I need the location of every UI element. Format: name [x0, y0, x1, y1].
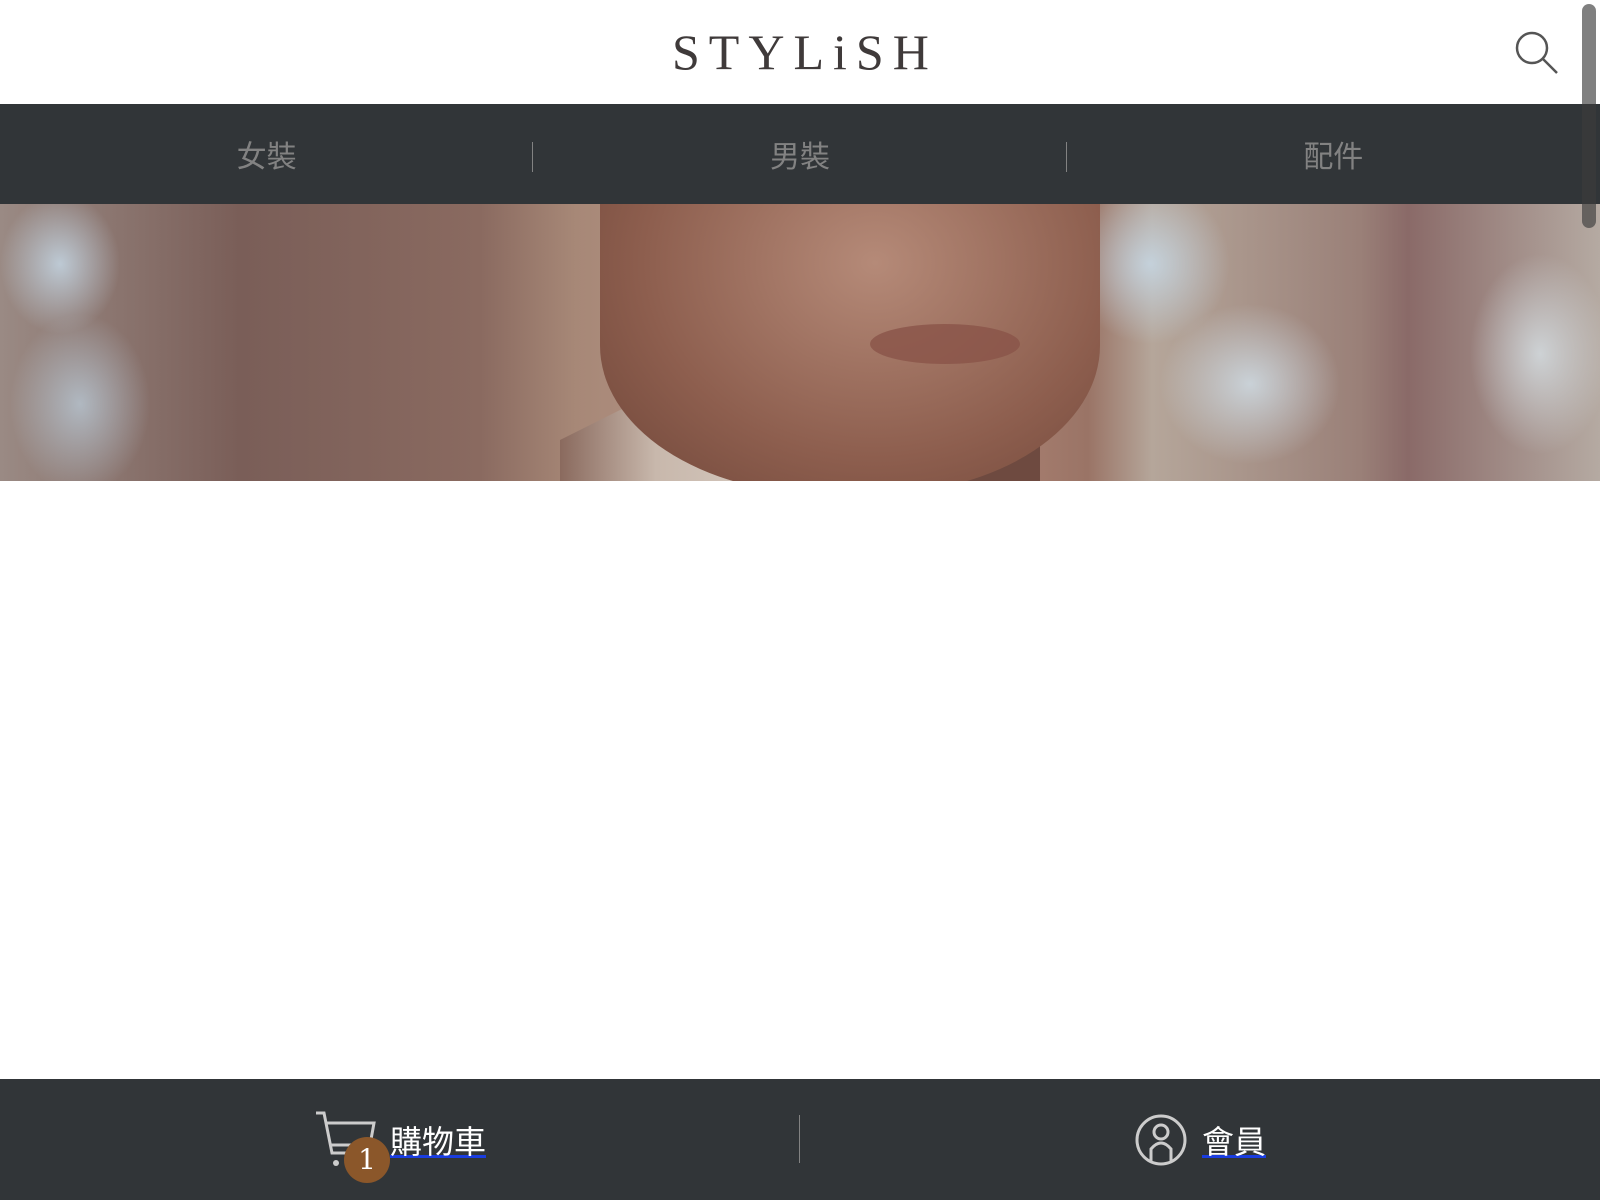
banner-lips — [870, 324, 1020, 364]
member-label: 會員 — [1201, 1122, 1266, 1161]
nav-item-women[interactable]: 女裝 — [0, 104, 534, 204]
member-icon — [1135, 1114, 1187, 1165]
cart-count-badge: 1 — [343, 1136, 390, 1183]
nav-label: 女裝 — [236, 140, 297, 175]
cart-label: 購物車 — [389, 1122, 486, 1161]
nav-label: 男裝 — [769, 140, 830, 175]
scrollbar[interactable] — [1582, 4, 1596, 228]
cart-icon: 1 — [314, 1109, 390, 1183]
nav-item-accessories[interactable]: 配件 — [1067, 104, 1600, 204]
cart-button[interactable]: 1 購物車 — [0, 1079, 800, 1200]
footer-bar: 1 購物車 會員 — [0, 1079, 1600, 1200]
header: STYLiSH — [0, 0, 1600, 104]
member-button[interactable]: 會員 — [800, 1079, 1600, 1200]
category-nav: 女裝 男裝 配件 — [0, 104, 1600, 204]
hero-banner[interactable] — [0, 204, 1600, 481]
nav-label: 配件 — [1303, 140, 1364, 175]
search-icon[interactable] — [1514, 30, 1560, 76]
banner-face — [600, 204, 1100, 481]
nav-item-men[interactable]: 男裝 — [533, 104, 1067, 204]
logo[interactable]: STYLiSH — [672, 22, 938, 82]
